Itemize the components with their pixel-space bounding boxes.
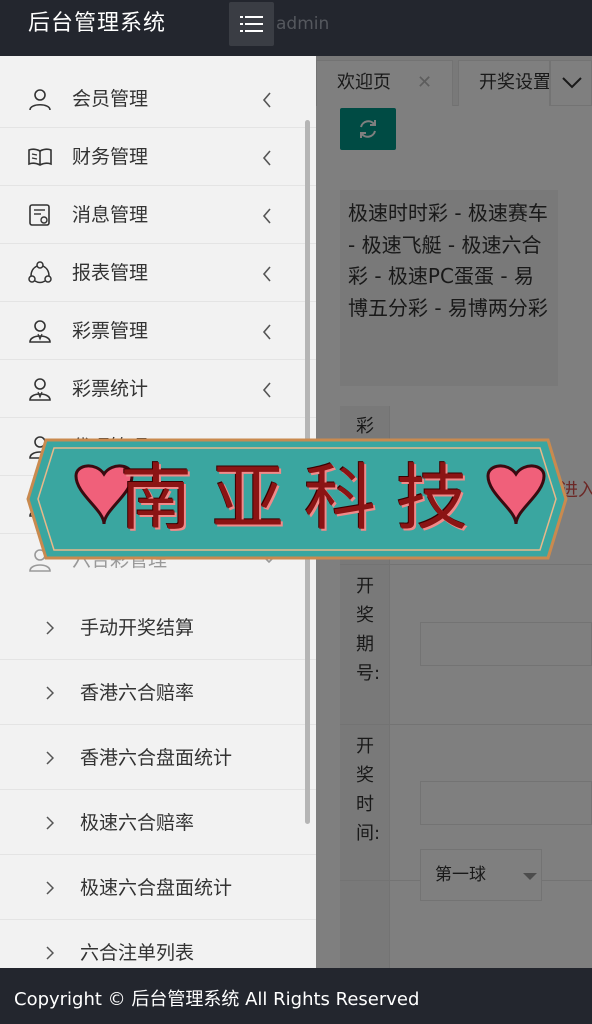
chevron-left-icon <box>262 382 271 398</box>
submenu-item[interactable]: 六合注单列表 <box>0 921 316 968</box>
app-logo-title[interactable]: 后台管理系统 <box>28 9 166 39</box>
user-icon <box>29 89 51 111</box>
footer: Copyright © 后台管理系统 All Rights Reserved <box>0 968 592 1024</box>
user-badge-icon <box>29 378 51 401</box>
submenu-item[interactable]: 香港六合盘面统计 <box>0 726 316 790</box>
sidebar-item-reports[interactable]: 报表管理 <box>0 244 316 302</box>
chevron-left-icon <box>262 266 271 282</box>
chevron-right-icon <box>46 751 54 765</box>
message-doc-icon <box>29 204 50 226</box>
chevron-right-icon <box>46 816 54 830</box>
sidebar-item-lottery[interactable]: 彩票管理 <box>0 302 316 360</box>
sidebar-item-label: 彩票统计 <box>72 378 149 400</box>
submenu-item[interactable]: 手动开奖结算 <box>0 596 316 660</box>
chevron-right-icon <box>46 881 54 895</box>
header-username[interactable]: admin <box>276 14 329 34</box>
chevron-right-icon <box>46 621 54 635</box>
submenu-item[interactable]: 极速六合盘面统计 <box>0 856 316 920</box>
top-header: 后台管理系统 admin <box>0 0 592 56</box>
watermark-banner: 南亚科技 <box>24 436 570 562</box>
sidebar-item-messages[interactable]: 消息管理 <box>0 186 316 244</box>
sidebar-item-label: 消息管理 <box>72 204 149 226</box>
watermark-text: 南亚科技 <box>120 456 489 540</box>
user-badge-icon <box>29 320 51 343</box>
chevron-left-icon <box>262 324 271 340</box>
menu-toggle-button[interactable] <box>229 2 274 46</box>
submenu-item-label: 极速六合赔率 <box>80 812 195 834</box>
sidebar-item-label: 彩票管理 <box>72 320 149 342</box>
chevron-left-icon <box>262 92 271 108</box>
sidebar-item-label: 会员管理 <box>72 88 149 110</box>
cluster-icon <box>28 261 52 284</box>
submenu-item-label: 极速六合盘面统计 <box>80 877 233 899</box>
sidebar-item-members[interactable]: 会员管理 <box>0 70 316 128</box>
submenu-item[interactable]: 极速六合赔率 <box>0 791 316 855</box>
sidebar-item-finance[interactable]: 财务管理 <box>0 128 316 186</box>
submenu-item-label: 六合注单列表 <box>80 942 195 964</box>
submenu-item-label: 手动开奖结算 <box>80 617 195 639</box>
chevron-left-icon <box>262 150 271 166</box>
copyright-text: Copyright © 后台管理系统 All Rights Reserved <box>14 989 420 1010</box>
submenu-item-label: 香港六合盘面统计 <box>80 747 233 769</box>
chevron-left-icon <box>262 208 271 224</box>
chevron-right-icon <box>46 946 54 960</box>
submenu-item-label: 香港六合赔率 <box>80 682 195 704</box>
chevron-right-icon <box>46 686 54 700</box>
book-icon <box>28 148 52 166</box>
list-menu-icon <box>240 16 263 32</box>
sidebar-item-lottery-stats[interactable]: 彩票统计 <box>0 360 316 418</box>
sidebar-item-label: 财务管理 <box>72 146 149 168</box>
sidebar-item-label: 报表管理 <box>72 262 149 284</box>
submenu-item[interactable]: 香港六合赔率 <box>0 661 316 725</box>
